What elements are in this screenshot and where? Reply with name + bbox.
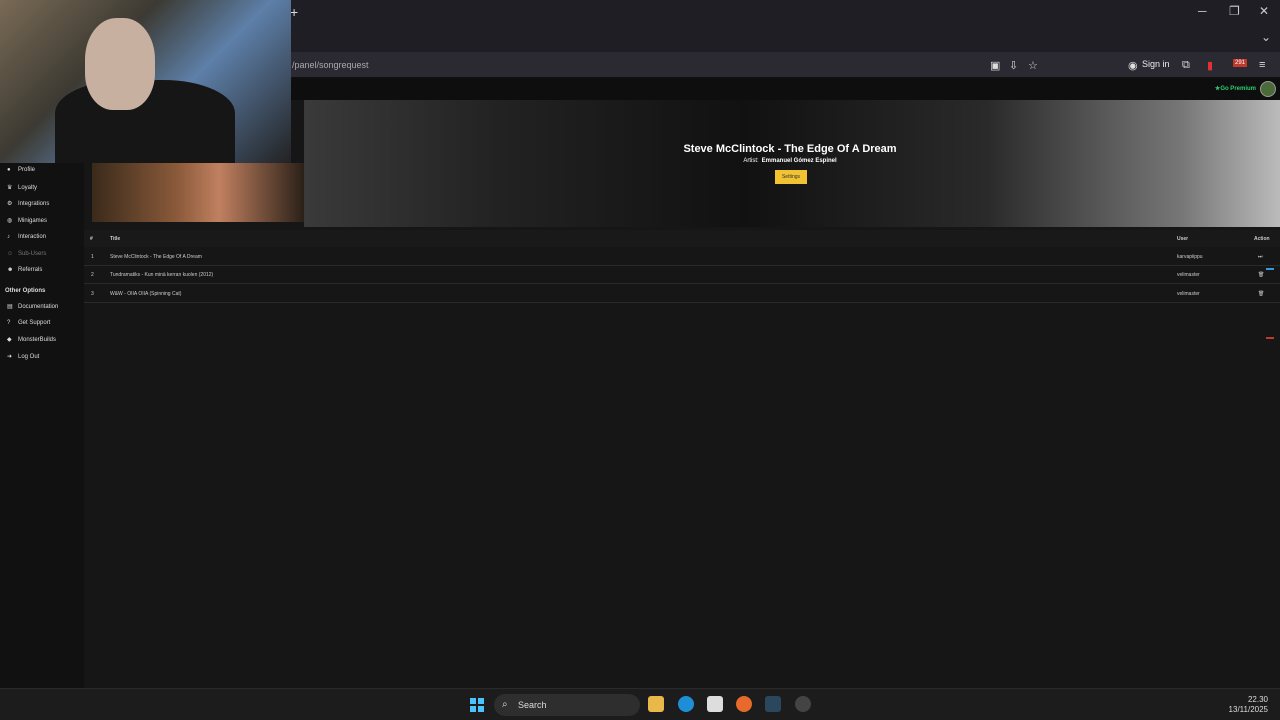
row-user: velimaster [1177, 291, 1200, 297]
column-header-number: # [90, 236, 93, 242]
new-tab-button[interactable]: + [290, 4, 298, 20]
skip-icon[interactable]: ⏭ [1258, 254, 1263, 260]
sidebar-item-monsterbuilds[interactable]: ◆ MonsterBuilds [7, 336, 57, 344]
sidebar-item-loyalty[interactable]: ♛ Loyalty [7, 184, 38, 192]
row-title: W&W - OIIA OIIA (Spinning Cat) [110, 291, 182, 297]
user-icon: ● [7, 167, 11, 173]
sidebar-item-label: Referrals [18, 267, 43, 273]
url-field[interactable]: /panel/songrequest [292, 60, 369, 70]
webcam-person-face [85, 18, 155, 110]
sidebar-item-documentation[interactable]: ▤ Documentation [7, 303, 59, 311]
row-title: Tundramatiks - Kun minä kerran kuolen (2… [110, 272, 214, 278]
trash-icon[interactable]: 🗑 [1258, 272, 1264, 278]
clock-time: 22.30 [1247, 695, 1268, 704]
sidebar-item-label: Minigames [18, 217, 48, 224]
file-explorer-icon[interactable] [648, 696, 664, 712]
other-options-heading: Other Options [5, 288, 46, 294]
trophy-icon: ♛ [7, 185, 13, 191]
plug-icon: ⚙ [7, 201, 13, 207]
list-tabs-chevron-icon[interactable]: ⌄ [1261, 30, 1271, 44]
row-user: velimaster [1177, 272, 1200, 278]
sidebar-item-label: Interaction [18, 234, 47, 240]
column-header-action: Action [1254, 236, 1270, 242]
extensions-icon[interactable]: ⧉ [1182, 59, 1190, 72]
taskbar-search[interactable]: ⌕ Search [494, 694, 640, 716]
sidebar-item-profile[interactable]: ● Profile [7, 167, 35, 173]
table-row: 2 Tundramatiks - Kun minä kerran kuolen … [84, 266, 1280, 284]
sidebar-item-sub-users[interactable]: ☺ Sub-Users [7, 251, 46, 257]
gamepad-icon: ◍ [7, 218, 13, 224]
install-app-icon[interactable]: ⇩ [1009, 59, 1018, 72]
row-user: karvapiippu [1177, 254, 1203, 260]
book-icon: ▤ [7, 304, 13, 310]
search-icon: ⌕ [502, 699, 508, 710]
sidebar-item-label: Get Support [18, 320, 51, 326]
group-icon: ☻ [7, 267, 14, 273]
music-icon: ♪ [7, 234, 10, 240]
logout-icon: ➜ [7, 354, 13, 360]
now-playing-artist: Artist: Emmanuel Gómez Espinel [490, 158, 1090, 164]
menu-icon[interactable]: ≡ [1259, 59, 1265, 71]
sidebar-item-label: Profile [18, 167, 36, 173]
avatar[interactable] [1260, 81, 1276, 97]
sign-in-button[interactable]: Sign in [1142, 59, 1170, 69]
column-header-user: User [1177, 236, 1189, 242]
monster-icon: ◆ [7, 337, 12, 343]
row-title: Steve McClintock - The Edge Of A Dream [110, 254, 202, 260]
restore-button[interactable]: ❐ [1229, 4, 1240, 18]
account-icon[interactable]: ◉ [1128, 59, 1138, 72]
minimize-button[interactable]: ─ [1198, 4, 1207, 18]
edge-icon[interactable] [678, 696, 694, 712]
queue-table-header: # Title User Action [84, 230, 1280, 247]
windows-taskbar: ⌕ Search 22.30 13/11/2025 [0, 688, 1280, 720]
webcam-overlay [0, 0, 291, 163]
sidebar-item-log-out[interactable]: ➜ Log Out [7, 353, 40, 361]
sidebar-item-label: Loyalty [18, 184, 38, 191]
extension-red-icon[interactable]: ▮ [1207, 59, 1213, 72]
table-row: 1 Steve McClintock - The Edge Of A Dream… [84, 248, 1280, 266]
users-icon: ☺ [7, 251, 14, 257]
sidebar-item-label: MonsterBuilds [18, 336, 57, 343]
help-icon: ? [7, 320, 11, 326]
trash-icon[interactable]: 🗑 [1258, 291, 1264, 297]
windows-start-icon[interactable] [470, 698, 484, 712]
settings-button[interactable]: Settings [775, 170, 807, 184]
column-header-title: Title [110, 236, 121, 242]
go-premium-label: Go Premium [1220, 86, 1256, 92]
row-number: 3 [91, 291, 94, 297]
store-icon[interactable] [707, 696, 723, 712]
search-label: Search [518, 700, 547, 710]
reader-view-icon[interactable]: ▣ [990, 59, 1000, 72]
bookmark-star-icon[interactable]: ☆ [1028, 59, 1038, 72]
sidebar-item-get-support[interactable]: ? Get Support [7, 320, 50, 326]
extension-badge[interactable]: 291 [1233, 59, 1248, 67]
app-icon[interactable] [795, 696, 811, 712]
close-button[interactable]: ✕ [1259, 4, 1269, 18]
now-playing-title: Steve McClintock - The Edge Of A Dream [683, 143, 897, 155]
artist-name: Emmanuel Gómez Espinel [761, 158, 837, 164]
sidebar-item-interaction[interactable]: ♪ Interaction [7, 234, 46, 240]
row-number: 1 [91, 254, 94, 260]
steam-icon[interactable] [765, 696, 781, 712]
sidebar-item-label: Integrations [18, 200, 50, 207]
row-number: 2 [91, 272, 94, 278]
go-premium-link[interactable]: ★Go Premium [1215, 85, 1256, 92]
sidebar-item-label: Documentation [18, 303, 59, 310]
table-row: 3 W&W - OIIA OIIA (Spinning Cat) velimas… [84, 285, 1280, 303]
clock-date: 13/11/2025 [1228, 705, 1268, 714]
sidebar-item-integrations[interactable]: ⚙ Integrations [7, 200, 50, 208]
video-overlay [92, 163, 304, 222]
sidebar-item-referrals[interactable]: ☻ Referrals [7, 267, 42, 273]
promo-badge [1266, 337, 1274, 339]
sidebar-item-minigames[interactable]: ◍ Minigames [7, 217, 48, 225]
sidebar [0, 163, 84, 688]
sidebar-item-label: Log Out [18, 353, 40, 360]
artist-label: Artist: [743, 158, 759, 164]
system-clock[interactable]: 22.30 13/11/2025 [1229, 695, 1268, 715]
firefox-icon[interactable] [736, 696, 752, 712]
sidebar-item-label: Sub-Users [18, 251, 47, 257]
